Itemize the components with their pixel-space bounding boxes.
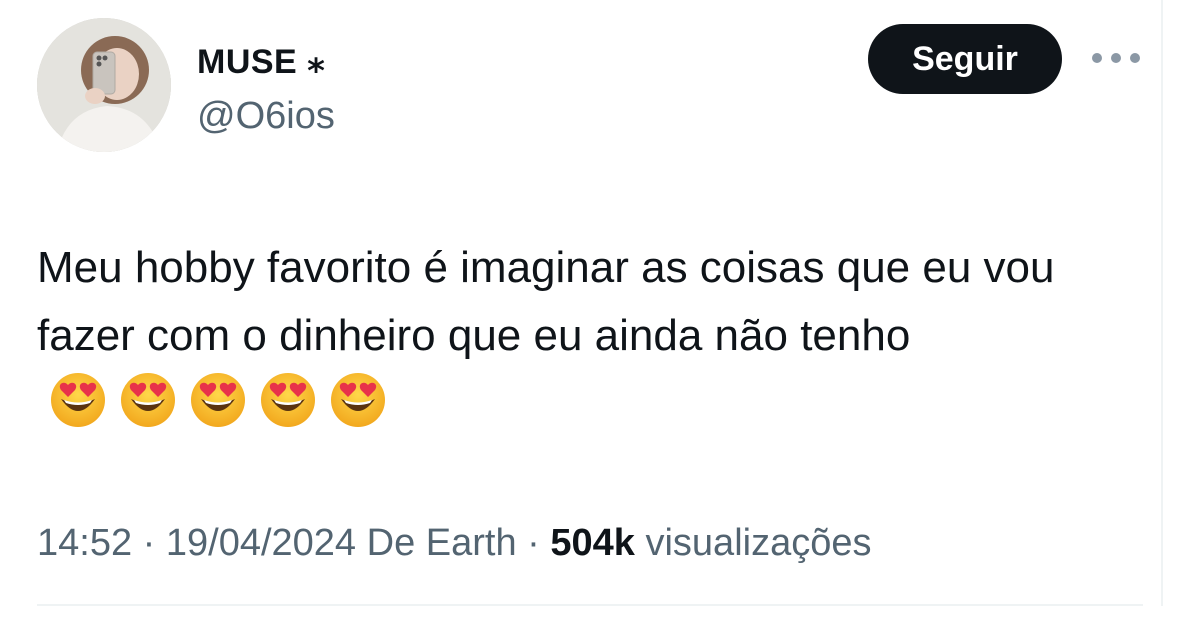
follow-button[interactable]: Seguir xyxy=(868,24,1062,94)
emoji-row xyxy=(49,371,387,429)
tweet-text: Meu hobby favorito é imaginar as coisas … xyxy=(37,243,1055,360)
tweet-time[interactable]: 14:52 xyxy=(37,522,132,564)
tweet-source: De Earth xyxy=(366,522,517,564)
tweet-page: MUSE ⁎ @O6ios Seguir Meu hobby favorito … xyxy=(0,0,1179,620)
avatar[interactable] xyxy=(37,18,171,152)
tweet-body: Meu hobby favorito é imaginar as coisas … xyxy=(37,234,1147,438)
views-label: visualizações xyxy=(645,522,872,564)
tweet-meta: 14:52 · 19/04/2024 De Earth · 504k visua… xyxy=(37,518,871,568)
more-dot xyxy=(1092,53,1102,63)
heart-eyes-emoji-icon xyxy=(121,373,175,428)
tweet-date[interactable]: 19/04/2024 xyxy=(166,522,356,564)
more-dot xyxy=(1111,53,1121,63)
heart-eyes-emoji-icon xyxy=(51,373,105,428)
user-handle[interactable]: @O6ios xyxy=(197,94,335,138)
more-dot xyxy=(1130,53,1140,63)
divider xyxy=(37,604,1143,606)
column-border xyxy=(1161,0,1163,606)
display-name[interactable]: MUSE ⁎ xyxy=(197,42,325,82)
heart-eyes-emoji-icon xyxy=(261,373,315,428)
meta-separator: · xyxy=(527,522,540,564)
heart-eyes-emoji-icon xyxy=(191,373,245,428)
more-horizontal-icon[interactable] xyxy=(1092,46,1140,70)
heart-eyes-emoji-icon xyxy=(331,373,385,428)
avatar-image xyxy=(37,18,171,152)
meta-separator: · xyxy=(142,522,156,564)
views-count[interactable]: 504k xyxy=(550,522,635,564)
